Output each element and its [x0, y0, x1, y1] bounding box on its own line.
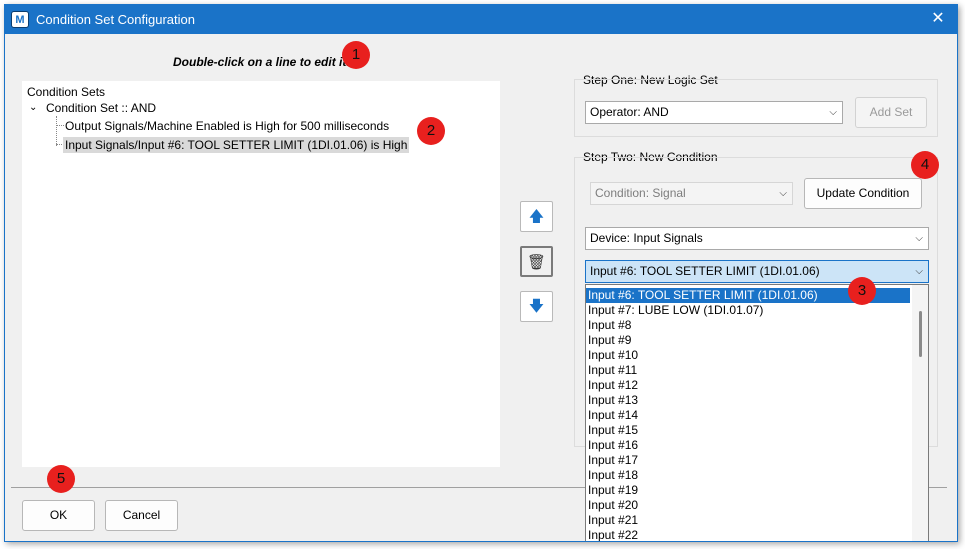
callout-marker: 2 — [417, 117, 445, 145]
dropdown-option[interactable]: Input #21 — [586, 513, 910, 528]
update-condition-button[interactable]: Update Condition — [804, 178, 922, 209]
scrollbar-thumb[interactable] — [919, 311, 922, 357]
trash-icon: 🗑 — [526, 254, 547, 271]
operator-value: Operator: AND — [590, 105, 669, 119]
callout-marker: 3 — [848, 277, 876, 305]
operator-select[interactable]: Operator: AND ⌵ — [585, 101, 843, 124]
input-select[interactable]: Input #6: TOOL SETTER LIMIT (1DI.01.06) … — [585, 260, 929, 283]
condition-value: Condition: Signal — [595, 186, 686, 200]
dropdown-scrollbar[interactable] — [912, 285, 928, 541]
dropdown-option[interactable]: Input #14 — [586, 408, 910, 423]
dropdown-option[interactable]: Input #7: LUBE LOW (1DI.01.07) — [586, 303, 910, 318]
dropdown-option[interactable]: Input #8 — [586, 318, 910, 333]
arrow-down-icon: 🡇 — [528, 298, 545, 315]
delete-button[interactable]: 🗑 — [520, 246, 553, 277]
dropdown-option[interactable]: Input #16 — [586, 438, 910, 453]
callout-marker: 4 — [911, 151, 939, 179]
tree-connector — [56, 125, 64, 126]
expand-chevron-icon[interactable]: ⌄ — [29, 102, 39, 113]
device-value: Device: Input Signals — [590, 231, 703, 245]
ok-button[interactable]: OK — [22, 500, 95, 531]
input-value: Input #6: TOOL SETTER LIMIT (1DI.01.06) — [590, 264, 820, 278]
dropdown-option[interactable]: Input #9 — [586, 333, 910, 348]
condition-select[interactable]: Condition: Signal ⌵ — [590, 182, 793, 205]
edit-hint: Double-click on a line to edit it. — [173, 55, 350, 69]
move-down-button[interactable]: 🡇 — [520, 291, 553, 322]
dropdown-option[interactable]: Input #15 — [586, 423, 910, 438]
tree-item-input-signal[interactable]: Input Signals/Input #6: TOOL SETTER LIMI… — [63, 137, 410, 153]
move-up-button[interactable]: 🡅 — [520, 201, 553, 232]
tree-item-output-signal[interactable]: Output Signals/Machine Enabled is High f… — [65, 119, 389, 133]
device-select[interactable]: Device: Input Signals ⌵ — [585, 227, 929, 250]
dropdown-option[interactable]: Input #18 — [586, 468, 910, 483]
dropdown-option[interactable]: Input #22 — [586, 528, 910, 541]
chevron-down-icon: ⌵ — [915, 266, 923, 277]
tree-condition-set[interactable]: Condition Set :: AND — [46, 101, 156, 115]
title-bar[interactable]: M Condition Set Configuration ✕ — [5, 5, 957, 34]
tree-connector — [56, 116, 57, 146]
callout-marker: 1 — [342, 41, 370, 69]
dropdown-option[interactable]: Input #12 — [586, 378, 910, 393]
dropdown-option[interactable]: Input #10 — [586, 348, 910, 363]
dropdown-option[interactable]: Input #17 — [586, 453, 910, 468]
tree-root-label: Condition Sets — [27, 85, 106, 99]
chevron-down-icon: ⌵ — [829, 107, 837, 118]
dialog-window: M Condition Set Configuration ✕ Double-c… — [4, 4, 958, 542]
add-set-button[interactable]: Add Set — [855, 97, 927, 128]
chevron-down-icon: ⌵ — [915, 233, 923, 244]
dropdown-option[interactable]: Input #13 — [586, 393, 910, 408]
dropdown-option[interactable]: Input #11 — [586, 363, 910, 378]
arrow-up-icon: 🡅 — [528, 208, 545, 225]
app-logo-icon: M — [11, 11, 29, 28]
dropdown-option[interactable]: Input #20 — [586, 498, 910, 513]
chevron-down-icon: ⌵ — [779, 188, 787, 199]
dropdown-option[interactable]: Input #19 — [586, 483, 910, 498]
callout-marker: 5 — [47, 465, 75, 493]
close-icon[interactable]: ✕ — [921, 5, 955, 34]
window-title: Condition Set Configuration — [36, 12, 195, 27]
input-dropdown-list[interactable]: Input #6: TOOL SETTER LIMIT (1DI.01.06) I… — [585, 284, 929, 541]
cancel-button[interactable]: Cancel — [105, 500, 178, 531]
